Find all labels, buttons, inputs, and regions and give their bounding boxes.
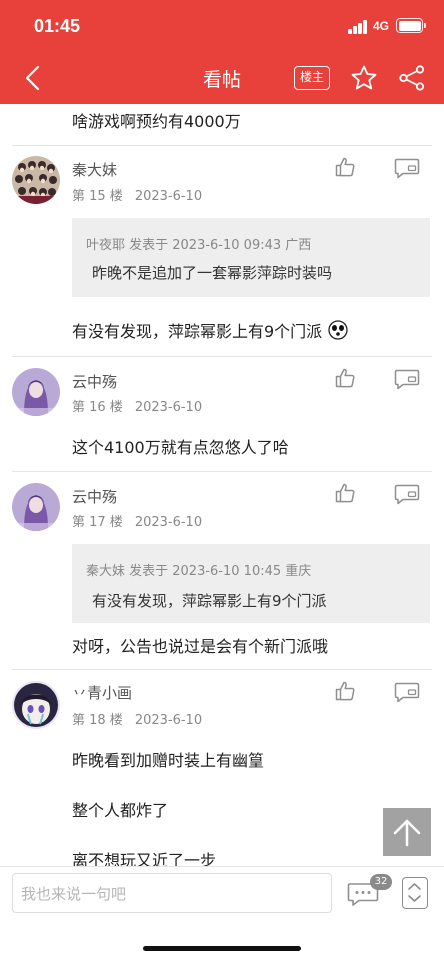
reply-icon[interactable] bbox=[394, 681, 420, 703]
network-type: 4G bbox=[373, 19, 390, 33]
avatar[interactable] bbox=[12, 483, 60, 531]
post-text: 离不想玩又近了一步 bbox=[72, 851, 217, 866]
avatar[interactable] bbox=[12, 681, 60, 729]
quote-header: 叶夜耶 发表于 2023-6-10 09:43 广西 bbox=[86, 238, 312, 253]
divider bbox=[12, 471, 432, 472]
post-date: 2023-6-10 bbox=[134, 713, 203, 728]
battery-icon bbox=[396, 18, 426, 33]
nav-bar: 看帖 楼主 bbox=[0, 52, 444, 104]
post-meta: 第 16 楼 2023-6-10 bbox=[72, 396, 202, 415]
floor-number: 第 15 楼 bbox=[72, 189, 123, 204]
signal-icon bbox=[348, 20, 370, 34]
quote-text: 昨晚不是追加了一套幂影萍踪时装吗 bbox=[92, 264, 333, 282]
quote-text: 有没有发现，萍踪幂影上有9个门派 bbox=[92, 592, 327, 610]
post-text: 对呀，公告也说过是会有个新门派哦 bbox=[72, 637, 329, 656]
status-bar: 01:45 4G bbox=[0, 0, 444, 52]
post-text: 有没有发现，萍踪幂影上有9个门派 bbox=[72, 318, 348, 342]
scroll-top-icon bbox=[393, 819, 421, 847]
like-icon[interactable] bbox=[334, 482, 356, 504]
emoji-icon bbox=[328, 320, 348, 340]
avatar[interactable] bbox=[12, 156, 60, 204]
post-meta: 第 15 楼 2023-6-10 bbox=[72, 185, 202, 204]
reply-icon[interactable] bbox=[394, 157, 420, 179]
post-thread: 啥游戏啊预约有4000万 秦大妹 第 15 楼 2023-6-10 叶夜耶 发表于… bbox=[0, 104, 444, 866]
username[interactable]: 云中殇 bbox=[72, 371, 117, 392]
username[interactable]: 秦大妹 bbox=[72, 159, 117, 180]
post-text: 昨晚看到加赠时装上有幽篁 bbox=[72, 751, 265, 770]
floor-number: 第 17 楼 bbox=[72, 515, 123, 530]
floor-number: 第 16 楼 bbox=[72, 400, 123, 415]
like-icon[interactable] bbox=[334, 156, 356, 178]
scroll-top-button[interactable] bbox=[383, 808, 431, 856]
floor-number: 第 18 楼 bbox=[72, 713, 123, 728]
username[interactable]: 云中殇 bbox=[72, 486, 117, 507]
reply-icon[interactable] bbox=[394, 483, 420, 505]
post-text: 这个4100万就有点忽悠人了哈 bbox=[72, 438, 289, 457]
page-nav-button[interactable] bbox=[402, 877, 428, 909]
post-meta: 第 17 楼 2023-6-10 bbox=[72, 511, 202, 530]
reply-input[interactable]: 我也来说一句吧 bbox=[12, 873, 332, 913]
post-text: 啥游戏啊预约有4000万 bbox=[72, 112, 241, 131]
divider bbox=[12, 356, 432, 357]
divider bbox=[12, 669, 432, 670]
header: 01:45 4G 看帖 楼主 bbox=[0, 0, 444, 104]
page-nav-icon bbox=[408, 883, 421, 902]
comment-count-badge: 32 bbox=[370, 874, 392, 890]
share-icon[interactable] bbox=[398, 64, 426, 92]
home-indicator bbox=[143, 946, 301, 951]
username[interactable]: 丷青小画 bbox=[72, 682, 132, 703]
quote-box: 秦大妹 发表于 2023-6-10 10:45 重庆 有没有发现，萍踪幂影上有9… bbox=[72, 544, 430, 623]
quote-box: 叶夜耶 发表于 2023-6-10 09:43 广西 昨晚不是追加了一套幂影萍踪… bbox=[72, 218, 430, 297]
quote-header: 秦大妹 发表于 2023-6-10 10:45 重庆 bbox=[86, 564, 312, 579]
star-icon[interactable] bbox=[350, 64, 378, 92]
like-icon[interactable] bbox=[334, 680, 356, 702]
post-date: 2023-6-10 bbox=[134, 515, 203, 530]
avatar[interactable] bbox=[12, 368, 60, 416]
status-time: 01:45 bbox=[34, 16, 81, 36]
post-date: 2023-6-10 bbox=[134, 189, 203, 204]
like-icon[interactable] bbox=[334, 367, 356, 389]
post-date: 2023-6-10 bbox=[134, 400, 203, 415]
post-text: 整个人都炸了 bbox=[72, 801, 169, 820]
reply-icon[interactable] bbox=[394, 368, 420, 390]
post-meta: 第 18 楼 2023-6-10 bbox=[72, 709, 202, 728]
post-line: 有没有发现，萍踪幂影上有9个门派 bbox=[72, 322, 323, 341]
owner-only-button[interactable]: 楼主 bbox=[294, 66, 330, 90]
divider bbox=[12, 145, 432, 146]
